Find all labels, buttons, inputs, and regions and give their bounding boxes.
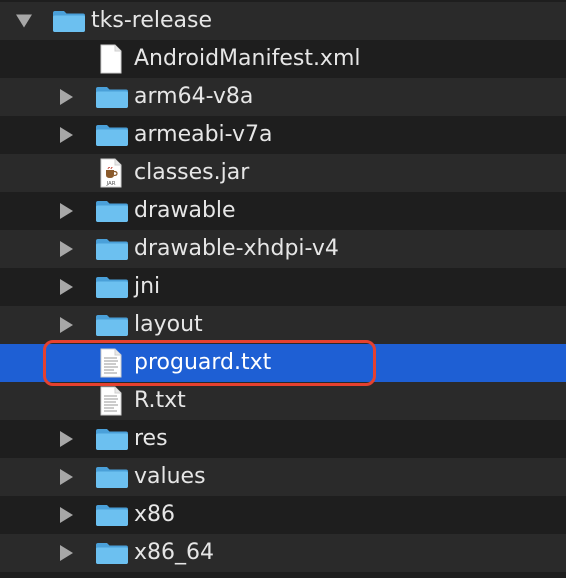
disclosure-closed-icon[interactable] bbox=[60, 203, 73, 219]
tree-row-label: arm64-v8a bbox=[134, 84, 254, 109]
folder-icon bbox=[95, 313, 129, 337]
disclosure-closed-icon[interactable] bbox=[60, 317, 73, 333]
document-icon bbox=[99, 44, 123, 74]
disclosure-closed-icon[interactable] bbox=[60, 469, 73, 485]
disclosure-closed-icon[interactable] bbox=[60, 89, 73, 105]
folder-icon bbox=[95, 503, 129, 527]
tree-row-label: tks-release bbox=[91, 8, 212, 33]
tree-row-label: classes.jar bbox=[134, 160, 250, 185]
text-file-icon bbox=[99, 386, 123, 416]
folder-icon bbox=[95, 85, 129, 109]
tree-row-label: values bbox=[134, 464, 206, 489]
tree-row-arm64-v8a[interactable]: arm64-v8a bbox=[0, 78, 566, 116]
tree-row-label: armeabi-v7a bbox=[134, 122, 273, 147]
tree-row-armeabi-v7a[interactable]: armeabi-v7a bbox=[0, 116, 566, 154]
tree-row-label: drawable-xhdpi-v4 bbox=[134, 236, 339, 261]
disclosure-closed-icon[interactable] bbox=[60, 507, 73, 523]
tree-row-x86-64[interactable]: x86_64 bbox=[0, 534, 566, 572]
jar-file-icon: JAR bbox=[99, 158, 123, 188]
disclosure-closed-icon[interactable] bbox=[60, 279, 73, 295]
tree-row-label: drawable bbox=[134, 198, 236, 223]
folder-icon bbox=[95, 275, 129, 299]
tree-row-label: proguard.txt bbox=[134, 350, 272, 375]
disclosure-closed-icon[interactable] bbox=[60, 545, 73, 561]
file-tree: tks-release AndroidManifest.xml arm64-v8a a… bbox=[0, 0, 566, 578]
tree-row-classes-jar[interactable]: JAR classes.jar bbox=[0, 154, 566, 192]
tree-row-label: x86_64 bbox=[134, 540, 215, 565]
disclosure-closed-icon[interactable] bbox=[60, 127, 73, 143]
folder-icon bbox=[95, 427, 129, 451]
tree-row-drawable-xhdpi-v4[interactable]: drawable-xhdpi-v4 bbox=[0, 230, 566, 268]
tree-row-res[interactable]: res bbox=[0, 420, 566, 458]
disclosure-closed-icon[interactable] bbox=[60, 431, 73, 447]
tree-row-label: R.txt bbox=[134, 388, 186, 413]
tree-row-androidmanifest-xml[interactable]: AndroidManifest.xml bbox=[0, 40, 566, 78]
tree-row-values[interactable]: values bbox=[0, 458, 566, 496]
tree-row-jni[interactable]: jni bbox=[0, 268, 566, 306]
disclosure-closed-icon[interactable] bbox=[60, 241, 73, 257]
tree-row-layout[interactable]: layout bbox=[0, 306, 566, 344]
folder-icon bbox=[52, 9, 86, 33]
disclosure-open-icon[interactable] bbox=[16, 14, 32, 28]
folder-icon bbox=[95, 237, 129, 261]
tree-row-label: x86 bbox=[134, 502, 176, 527]
tree-row-label: AndroidManifest.xml bbox=[134, 46, 361, 71]
folder-icon bbox=[95, 199, 129, 223]
tree-row-tks-release[interactable]: tks-release bbox=[0, 2, 566, 40]
tree-row-r-txt[interactable]: R.txt bbox=[0, 382, 566, 420]
folder-icon bbox=[95, 123, 129, 147]
tree-row-label: jni bbox=[134, 274, 161, 299]
tree-row-proguard-txt[interactable]: proguard.txt bbox=[0, 344, 566, 382]
folder-icon bbox=[95, 465, 129, 489]
folder-icon bbox=[95, 541, 129, 565]
text-file-icon bbox=[99, 348, 123, 378]
tree-row-drawable[interactable]: drawable bbox=[0, 192, 566, 230]
svg-text:JAR: JAR bbox=[105, 181, 115, 187]
tree-row-label: res bbox=[134, 426, 168, 451]
tree-row-label: layout bbox=[134, 312, 203, 337]
tree-row-x86[interactable]: x86 bbox=[0, 496, 566, 534]
